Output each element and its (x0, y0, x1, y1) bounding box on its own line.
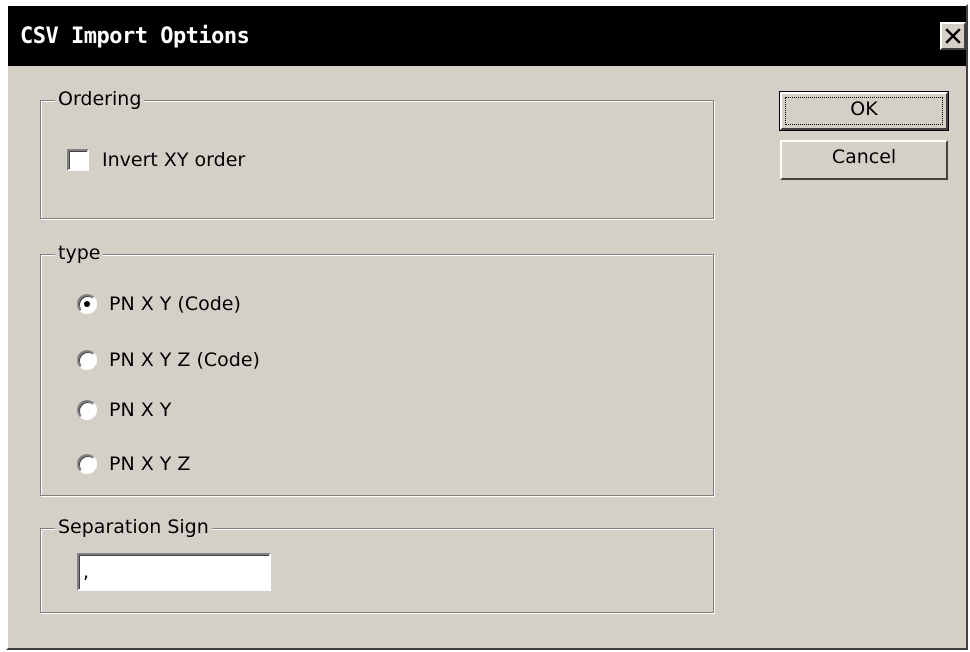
type-option-label[interactable]: PN X Y Z (109, 451, 190, 477)
ok-button-focus-rect (785, 97, 943, 125)
cancel-button[interactable]: Cancel (780, 140, 948, 180)
ordering-group: Ordering Invert XY order (40, 87, 714, 219)
type-group: type PN X Y (Code) PN X Y Z (Code) PN X … (40, 241, 714, 496)
type-radio-pn-x-y[interactable] (77, 400, 97, 420)
close-button[interactable] (940, 22, 966, 50)
separation-sign-group: Separation Sign , (40, 515, 714, 613)
type-radio-pn-x-y-z-code[interactable] (77, 350, 97, 370)
dialog-title: CSV Import Options (20, 24, 250, 49)
invert-xy-order-checkbox[interactable] (67, 149, 89, 171)
type-option-label[interactable]: PN X Y Z (Code) (109, 347, 260, 373)
type-radio-pn-x-y-z[interactable] (77, 454, 97, 474)
separation-sign-group-label: Separation Sign (55, 515, 212, 539)
ok-button[interactable]: OK (779, 91, 949, 131)
type-radio-pn-x-y-code[interactable] (77, 294, 97, 314)
type-option-label[interactable]: PN X Y (Code) (109, 291, 241, 317)
ordering-group-label: Ordering (55, 87, 145, 111)
cancel-button-label: Cancel (831, 146, 897, 168)
separation-sign-input[interactable]: , (77, 553, 271, 591)
close-icon (945, 28, 961, 44)
csv-import-options-dialog: CSV Import Options Ordering Invert XY or… (6, 4, 968, 650)
title-bar[interactable]: CSV Import Options (8, 6, 966, 66)
radio-selected-dot (84, 301, 90, 307)
invert-xy-order-label[interactable]: Invert XY order (102, 147, 245, 173)
type-option-label[interactable]: PN X Y (109, 397, 171, 423)
type-group-label: type (55, 241, 104, 265)
